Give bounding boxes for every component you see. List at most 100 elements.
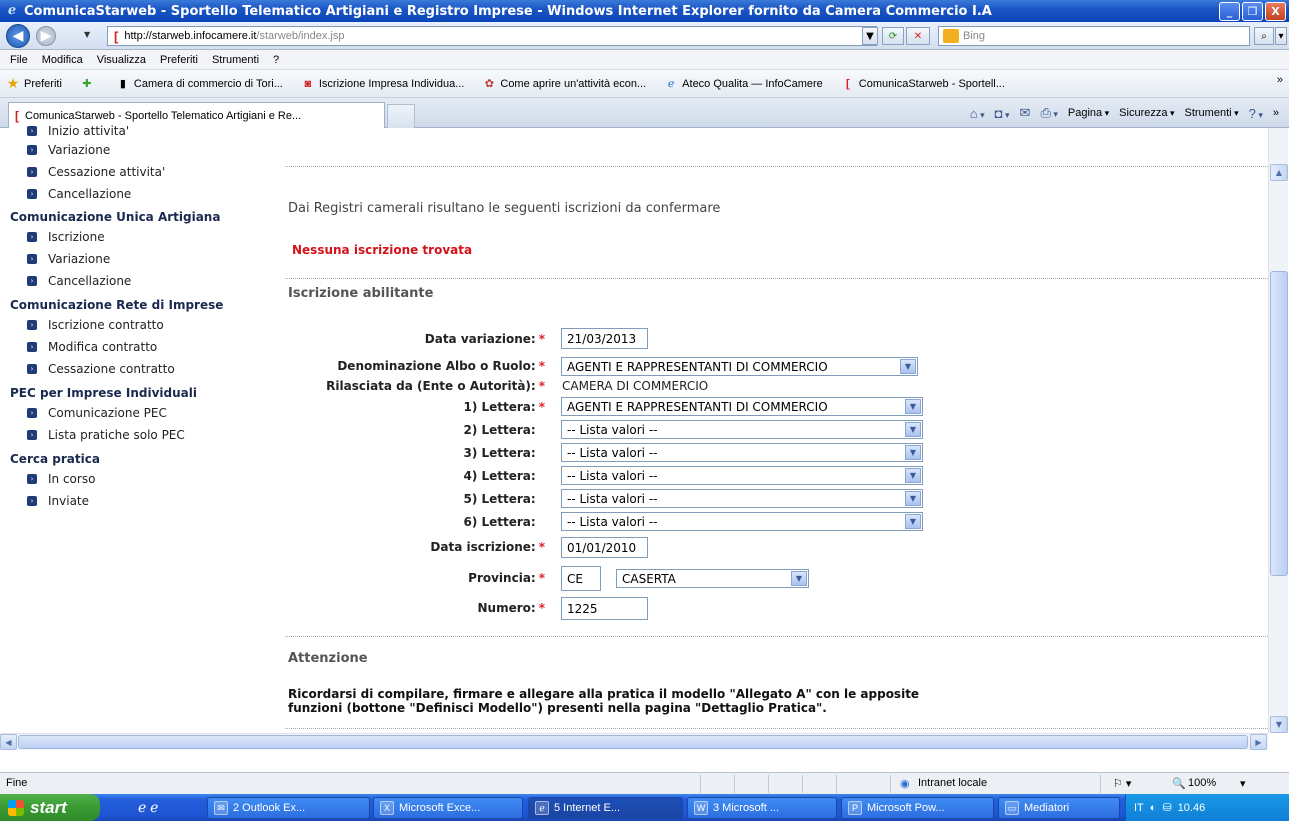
- network-icon[interactable]: ◐: [1150, 802, 1157, 814]
- label-numero: Numero: *: [477, 601, 545, 615]
- menu-preferiti[interactable]: Preferiti: [160, 54, 198, 66]
- menu-strumenti[interactable]: Strumenti: [212, 54, 259, 66]
- search-options-icon[interactable]: ▾: [1275, 27, 1287, 45]
- zoom-level[interactable]: 100%: [1188, 777, 1216, 789]
- divider: [285, 278, 1268, 279]
- numero-input[interactable]: 1225: [561, 597, 648, 620]
- bullet-icon: ›: [27, 232, 37, 242]
- zoom-dropdown-icon[interactable]: ▾: [1240, 777, 1246, 790]
- zone-text: Intranet locale: [918, 777, 988, 789]
- tray-app-icon[interactable]: ⛁: [1162, 801, 1171, 814]
- security-menu[interactable]: Sicurezza: [1119, 107, 1174, 119]
- bullet-icon: ›: [27, 430, 37, 440]
- favorites-button[interactable]: ★ Preferiti: [0, 75, 62, 91]
- minimize-button[interactable]: _: [1219, 2, 1240, 21]
- lettera-3-select[interactable]: -- Lista valori -- ▼: [561, 443, 923, 462]
- provincia-select[interactable]: CASERTA ▼: [616, 569, 809, 588]
- feeds-icon[interactable]: ◘: [995, 106, 1010, 121]
- sidebar-item-inizio[interactable]: › Inizio attivita': [27, 122, 129, 140]
- more-commands-icon[interactable]: »: [1273, 107, 1279, 119]
- favorite-link-5[interactable]: [ ComunicaStarweb - Sportell...: [835, 77, 1005, 91]
- sidebar-item-cancellazione-artigiana[interactable]: › Cancellazione: [27, 272, 131, 290]
- url-field[interactable]: [ http://starweb.infocamere.it/starweb/i…: [107, 26, 877, 46]
- stop-icon[interactable]: ✕: [906, 27, 930, 45]
- more-favorites-icon[interactable]: »: [1277, 74, 1283, 86]
- task-word[interactable]: W3 Microsoft ...: [687, 797, 837, 819]
- vertical-scrollbar[interactable]: ▲ ▼: [1268, 128, 1288, 733]
- title-bar: ℯ ComunicaStarweb - Sportello Telematico…: [0, 0, 1289, 22]
- scroll-left-icon[interactable]: ◀: [0, 734, 17, 750]
- lettera-6-select[interactable]: -- Lista valori -- ▼: [561, 512, 923, 531]
- favorite-link-3[interactable]: ✿ Come aprire un'attività econ...: [476, 77, 646, 91]
- print-icon[interactable]: ⎙: [1040, 105, 1057, 121]
- forward-button[interactable]: ▶: [36, 26, 56, 46]
- help-icon[interactable]: ?: [1249, 106, 1263, 121]
- maximize-button[interactable]: ❐: [1242, 2, 1263, 21]
- attention-text-line-2: funzioni (bottone "Definisci Modello") p…: [288, 701, 827, 715]
- sidebar-item-in-corso[interactable]: › In corso: [27, 470, 95, 488]
- menu-visualizza[interactable]: Visualizza: [97, 54, 146, 66]
- lettera-4-select[interactable]: -- Lista valori -- ▼: [561, 466, 923, 485]
- page-icon: ◙: [304, 77, 312, 90]
- add-favorite-button[interactable]: ✚: [74, 77, 98, 91]
- sidebar-item-variazione-artigiana[interactable]: › Variazione: [27, 250, 110, 268]
- task-internet-explorer[interactable]: ℯ5 Internet E...: [528, 797, 683, 819]
- language-indicator[interactable]: IT: [1134, 802, 1144, 814]
- favorite-link-2[interactable]: ◙ Iscrizione Impresa Individua...: [295, 77, 465, 91]
- mail-icon[interactable]: ✉: [1020, 105, 1031, 121]
- page-menu[interactable]: Pagina: [1068, 107, 1109, 119]
- sidebar-item-iscrizione[interactable]: › Iscrizione: [27, 228, 105, 246]
- status-text: Fine: [6, 777, 28, 789]
- back-button[interactable]: ◀: [6, 24, 30, 48]
- favorite-link-1[interactable]: ▮ Camera di commercio di Tori...: [110, 77, 283, 91]
- scroll-down-icon[interactable]: ▼: [1270, 716, 1288, 733]
- clock: 10.46: [1177, 801, 1206, 814]
- menu-help[interactable]: ?: [273, 54, 279, 66]
- sidebar-item-inviate[interactable]: › Inviate: [27, 492, 89, 510]
- tools-menu[interactable]: Strumenti: [1185, 107, 1239, 119]
- horizontal-scrollbar[interactable]: ◀ ▶: [0, 733, 1268, 750]
- lettera-1-select[interactable]: AGENTI E RAPPRESENTANTI DI COMMERCIO ▼: [561, 397, 923, 416]
- task-excel[interactable]: X Microsoft Exce...: [373, 797, 523, 819]
- scroll-up-icon[interactable]: ▲: [1270, 164, 1288, 181]
- status-divider: [802, 775, 803, 793]
- sidebar-item-comunicazione-pec[interactable]: › Comunicazione PEC: [27, 404, 167, 422]
- provincia-code-input[interactable]: CE: [561, 566, 601, 591]
- menu-bar: File Modifica Visualizza Preferiti Strum…: [0, 50, 1289, 70]
- horizontal-scroll-thumb[interactable]: [18, 735, 1248, 749]
- bullet-icon: ›: [27, 145, 37, 155]
- sidebar-item-modifica-contratto[interactable]: › Modifica contratto: [27, 338, 157, 356]
- sidebar-item-variazione[interactable]: › Variazione: [27, 141, 110, 159]
- sidebar-item-lista-pec[interactable]: › Lista pratiche solo PEC: [27, 426, 185, 444]
- quick-launch-ie-icon[interactable]: ℯ ℯ: [138, 799, 158, 816]
- menu-file[interactable]: File: [10, 54, 28, 66]
- data-variazione-input[interactable]: 21/03/2013: [561, 328, 648, 349]
- start-button[interactable]: start: [0, 794, 100, 821]
- menu-modifica[interactable]: Modifica: [42, 54, 83, 66]
- protected-mode-icon[interactable]: ⚐ ▾: [1113, 777, 1131, 790]
- data-iscrizione-input[interactable]: 01/01/2010: [561, 537, 648, 558]
- status-divider: [1100, 775, 1101, 793]
- new-tab-button[interactable]: [387, 104, 415, 128]
- search-input[interactable]: Bing: [938, 26, 1250, 46]
- search-icon[interactable]: ⌕: [1254, 27, 1274, 45]
- sidebar-item-cancellazione[interactable]: › Cancellazione: [27, 185, 131, 203]
- favorite-link-4[interactable]: ℯ Ateco Qualita — InfoCamere: [658, 77, 823, 91]
- lettera-5-select[interactable]: -- Lista valori -- ▼: [561, 489, 923, 508]
- sidebar-item-cessazione-contratto[interactable]: › Cessazione contratto: [27, 360, 175, 378]
- task-powerpoint[interactable]: P Microsoft Pow...: [841, 797, 994, 819]
- history-dropdown-icon[interactable]: ▼: [84, 30, 90, 39]
- task-mediatori[interactable]: ▭ Mediatori: [998, 797, 1120, 819]
- sidebar-item-cessazione[interactable]: › Cessazione attivita': [27, 163, 165, 181]
- denominazione-select[interactable]: AGENTI E RAPPRESENTANTI DI COMMERCIO ▼: [561, 357, 918, 376]
- task-outlook[interactable]: ✉ 2 Outlook Ex...: [207, 797, 370, 819]
- label-data-iscrizione: Data iscrizione: *: [430, 540, 545, 554]
- url-dropdown-icon[interactable]: ▼: [862, 27, 878, 45]
- sidebar-item-iscrizione-contratto[interactable]: › Iscrizione contratto: [27, 316, 164, 334]
- lettera-2-select[interactable]: -- Lista valori -- ▼: [561, 420, 923, 439]
- home-icon[interactable]: ⌂: [970, 106, 985, 121]
- vertical-scroll-thumb[interactable]: [1270, 271, 1288, 576]
- refresh-icon[interactable]: ⟳: [882, 27, 904, 45]
- scroll-right-icon[interactable]: ▶: [1250, 734, 1267, 750]
- close-button[interactable]: X: [1265, 2, 1286, 21]
